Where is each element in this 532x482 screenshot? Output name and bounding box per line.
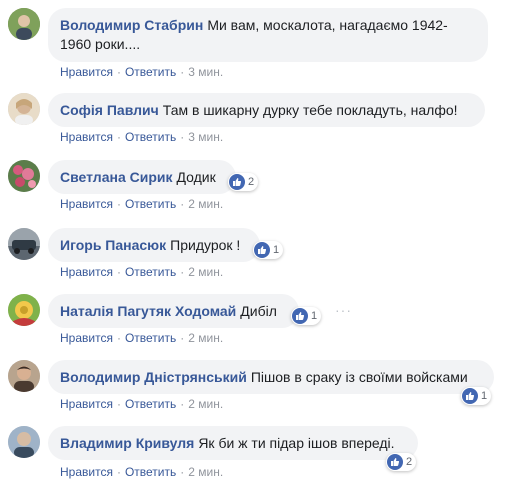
reaction-number: 1 (311, 310, 318, 322)
like-link[interactable]: Нравится (60, 465, 113, 479)
avatar[interactable] (8, 360, 40, 392)
comment-time[interactable]: 3 мин. (188, 130, 223, 144)
comment-bubble: Владимир Кривуля Як би ж ти підар ішов вп… (48, 426, 418, 460)
comment-actions: Нравится · Ответить · 2 мин. (60, 330, 223, 346)
reply-link[interactable]: Ответить (125, 331, 176, 345)
reaction-number: 2 (248, 176, 255, 188)
avatar[interactable] (8, 228, 40, 260)
comment-text: Там в шикарну дурку тебе покладуть, налф… (162, 102, 458, 118)
comment-author[interactable]: Владимир Кривуля (60, 435, 194, 451)
comment-actions: Нравится · Ответить · 3 мин. (60, 64, 223, 80)
thumbs-up-icon (292, 308, 308, 324)
reaction-count[interactable]: 1 (291, 307, 322, 325)
comment-author[interactable]: Светлана Сирик (60, 169, 173, 185)
reaction-count[interactable]: 1 (253, 241, 284, 259)
reply-link[interactable]: Ответить (125, 397, 176, 411)
separator: · (116, 130, 121, 144)
reply-link[interactable]: Ответить (125, 130, 176, 144)
comment-text: 1960 роки.... (60, 36, 141, 52)
comment-author[interactable]: Наталія Пагутяк Ходомай (60, 303, 236, 319)
comment-bubble: Игорь Панасюк Придурок ! (48, 228, 260, 262)
separator: · (180, 331, 185, 345)
separator: · (116, 197, 121, 211)
comment-author[interactable]: Софія Павлич (60, 102, 159, 118)
separator: · (180, 465, 185, 479)
avatar[interactable] (8, 160, 40, 192)
comment-time[interactable]: 2 мин. (188, 465, 223, 479)
separator: · (116, 331, 121, 345)
reaction-number: 2 (406, 456, 413, 468)
comment-text: Як би ж ти підар ішов впереді. (198, 435, 395, 451)
separator: · (180, 197, 185, 211)
comment-text: Придурок ! (170, 237, 241, 253)
separator: · (180, 265, 185, 279)
like-link[interactable]: Нравится (60, 130, 113, 144)
comment-text: Додик (176, 169, 216, 185)
separator: · (180, 65, 185, 79)
separator: · (180, 397, 185, 411)
avatar[interactable] (8, 8, 40, 40)
comment-bubble: Светлана Сирик Додик (48, 160, 236, 194)
avatar[interactable] (8, 426, 40, 458)
comment-text: Ми вам, москалота, нагадаємо 1942- (207, 17, 448, 33)
comment-time[interactable]: 3 мин. (188, 65, 223, 79)
reply-link[interactable]: Ответить (125, 465, 176, 479)
like-link[interactable]: Нравится (60, 331, 113, 345)
comment-bubble: Софія Павлич Там в шикарну дурку тебе пок… (48, 93, 485, 127)
comment-actions: Нравится · Ответить · 2 мин. (60, 396, 223, 412)
comment-author[interactable]: Володимир Стабрин (60, 17, 203, 33)
avatar[interactable] (8, 294, 40, 326)
comment-actions: Нравится · Ответить · 3 мин. (60, 129, 223, 145)
comment-author[interactable]: Володимир Дністрянський (60, 369, 247, 385)
like-link[interactable]: Нравится (60, 265, 113, 279)
more-options-icon[interactable]: ··· (335, 302, 352, 318)
like-link[interactable]: Нравится (60, 397, 113, 411)
comment-author[interactable]: Игорь Панасюк (60, 237, 166, 253)
thumbs-up-icon (254, 242, 270, 258)
reaction-number: 1 (273, 244, 280, 256)
comment-time[interactable]: 2 мин. (188, 265, 223, 279)
reaction-number: 1 (481, 390, 488, 402)
comment-time[interactable]: 2 мин. (188, 397, 223, 411)
comment-text: Пішов в сраку із своїми войсками (250, 369, 468, 385)
comment-actions: Нравится · Ответить · 2 мин. (60, 464, 223, 480)
avatar[interactable] (8, 93, 40, 125)
separator: · (116, 65, 121, 79)
separator: · (116, 465, 121, 479)
comment-text: Дибіл (240, 303, 277, 319)
comment-bubble: Володимир Стабрин Ми вам, москалота, нага… (48, 8, 488, 62)
comment-time[interactable]: 2 мин. (188, 331, 223, 345)
reaction-count[interactable]: 1 (461, 387, 492, 405)
comment-bubble: Володимир Дністрянський Пішов в сраку із … (48, 360, 494, 394)
comment-actions: Нравится · Ответить · 2 мин. (60, 196, 223, 212)
separator: · (116, 265, 121, 279)
thumbs-up-icon (387, 454, 403, 470)
like-link[interactable]: Нравится (60, 197, 113, 211)
separator: · (180, 130, 185, 144)
thumbs-up-icon (462, 388, 478, 404)
reaction-count[interactable]: 2 (228, 173, 259, 191)
comment-bubble: Наталія Пагутяк Ходомай Дибіл (48, 294, 299, 328)
reply-link[interactable]: Ответить (125, 265, 176, 279)
reaction-count[interactable]: 2 (386, 453, 417, 471)
like-link[interactable]: Нравится (60, 65, 113, 79)
reply-link[interactable]: Ответить (125, 197, 176, 211)
thumbs-up-icon (229, 174, 245, 190)
comment-time[interactable]: 2 мин. (188, 197, 223, 211)
separator: · (116, 397, 121, 411)
comment-actions: Нравится · Ответить · 2 мин. (60, 264, 223, 280)
reply-link[interactable]: Ответить (125, 65, 176, 79)
